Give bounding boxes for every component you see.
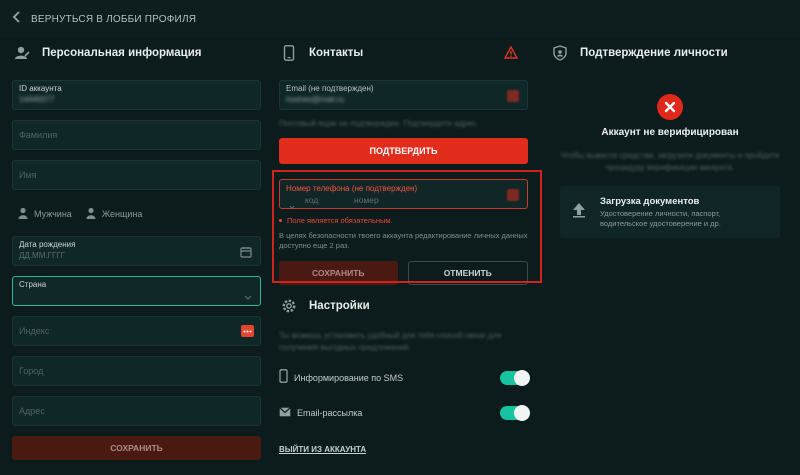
close-icon xyxy=(657,94,683,120)
warning-icon xyxy=(503,45,519,64)
verification-hint: Чтобы вывести средства, загрузите докуме… xyxy=(560,151,780,172)
index-placeholder: Индекс xyxy=(19,326,50,336)
section-title: Персональная информация xyxy=(42,47,202,59)
male-icon xyxy=(18,207,28,221)
email-value: hoshes@mail.ru xyxy=(286,95,344,104)
email-label: Email (не подтвержден) xyxy=(286,84,374,93)
birthdate-placeholder: ДД.ММ.ГГГГ xyxy=(19,251,65,260)
upload-documents-card[interactable]: Загрузка документов Удостоверение личнос… xyxy=(560,186,780,238)
settings-section: Настройки Ты можешь установить удобный д… xyxy=(279,296,530,457)
birthdate-label: Дата рождения xyxy=(19,240,76,249)
email-toggle[interactable] xyxy=(500,405,530,421)
country-select[interactable]: Страна xyxy=(12,276,261,306)
email-field[interactable]: Email (не подтвержден) hoshes@mail.ru xyxy=(279,80,528,110)
upload-icon xyxy=(572,202,586,223)
sms-toggle[interactable] xyxy=(500,370,530,386)
name-input[interactable]: Имя xyxy=(12,160,261,190)
verification-section: Подтверждение личности Аккаунт не верифи… xyxy=(550,38,790,238)
chevron-left-icon[interactable] xyxy=(12,10,21,28)
upload-title: Загрузка документов xyxy=(600,195,700,207)
verification-status: Аккаунт не верифицирован xyxy=(550,94,790,138)
envelope-icon xyxy=(279,404,291,422)
gender-female-label: Женщина xyxy=(101,209,143,219)
index-input[interactable]: Индекс xyxy=(12,316,261,346)
section-title: Контакты xyxy=(309,47,364,59)
gender-female-option[interactable]: Женщина xyxy=(86,207,143,221)
section-title: Настройки xyxy=(309,300,370,312)
settings-hint: Ты можешь установить удобный для тебя сп… xyxy=(279,331,502,352)
email-toggle-row: Email-рассылка xyxy=(279,401,530,425)
upload-desc-line2: водительское удостоверение и др. xyxy=(600,218,721,228)
chevron-down-icon xyxy=(244,288,252,306)
logout-row: ВЫЙТИ ИЗ АККАУНТА xyxy=(279,439,528,457)
city-placeholder: Город xyxy=(19,366,44,376)
verification-status-text: Аккаунт не верифицирован xyxy=(601,127,739,138)
gender-male-option[interactable]: Мужчина xyxy=(18,207,72,221)
calendar-icon[interactable] xyxy=(240,245,252,263)
mobile-icon xyxy=(279,368,288,388)
logout-link[interactable]: ВЫЙТИ ИЗ АККАУНТА xyxy=(279,445,366,454)
more-icon[interactable] xyxy=(241,325,254,337)
user-edit-icon xyxy=(12,43,32,63)
name-placeholder: Имя xyxy=(19,170,37,180)
city-input[interactable]: Город xyxy=(12,356,261,386)
female-icon xyxy=(86,207,96,221)
personal-info-section: Персональная информация ID аккаунта 1444… xyxy=(12,38,261,460)
gender-male-label: Мужчина xyxy=(34,209,72,219)
surname-input[interactable]: Фамилия xyxy=(12,120,261,150)
gear-icon xyxy=(279,296,299,316)
upload-desc-line1: Удостоверение личности, паспорт, xyxy=(600,208,721,218)
personal-save-button[interactable]: СОХРАНИТЬ xyxy=(12,436,261,460)
sms-label: Информирование по SMS xyxy=(294,373,404,383)
topbar: ВЕРНУТЬСЯ В ЛОББИ ПРОФИЛЯ xyxy=(0,0,800,38)
phone-block-highlight xyxy=(272,170,542,283)
address-input[interactable]: Адрес xyxy=(12,396,261,426)
phone-icon xyxy=(279,43,299,63)
email-hint: Почтовый ящик не подтвержден. Подтвердит… xyxy=(279,119,479,128)
confirm-button[interactable]: ПОДТВЕРДИТЬ xyxy=(279,138,528,164)
country-label: Страна xyxy=(19,280,47,289)
account-id-label: ID аккаунта xyxy=(19,84,62,93)
section-title: Подтверждение личности xyxy=(580,47,728,59)
shield-icon xyxy=(550,43,570,63)
address-placeholder: Адрес xyxy=(19,406,45,416)
edit-icon[interactable] xyxy=(507,90,519,102)
birthdate-input[interactable]: Дата рождения ДД.ММ.ГГГГ xyxy=(12,236,261,266)
surname-placeholder: Фамилия xyxy=(19,130,58,140)
email-newsletter-label: Email-рассылка xyxy=(297,408,363,418)
gender-selector: Мужчина Женщина xyxy=(12,200,261,228)
back-to-lobby-link[interactable]: ВЕРНУТЬСЯ В ЛОББИ ПРОФИЛЯ xyxy=(31,14,196,25)
account-id-field: ID аккаунта 14440077 xyxy=(12,80,261,110)
sms-toggle-row: Информирование по SMS xyxy=(279,366,530,390)
account-id-value: 14440077 xyxy=(19,95,55,104)
